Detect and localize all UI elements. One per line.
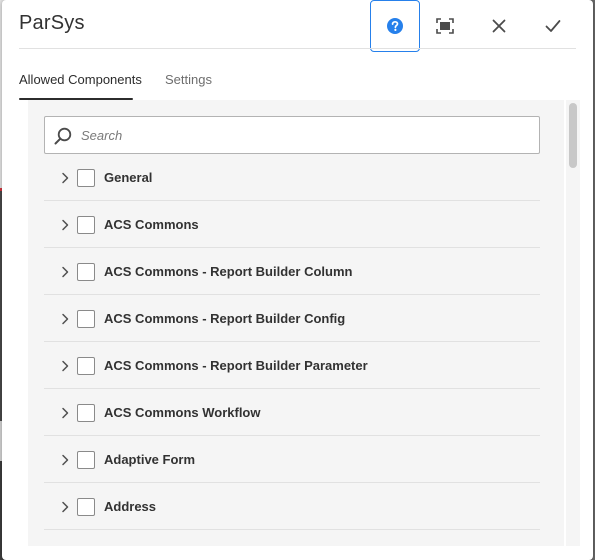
dialog-header: ParSys (2, 0, 593, 52)
component-checkbox[interactable] (77, 357, 95, 375)
component-label: ACS Commons - Report Builder Parameter (104, 358, 368, 373)
search-icon (54, 127, 72, 145)
chevron-right-icon (62, 313, 69, 324)
component-checkbox[interactable] (77, 451, 95, 469)
allowed-components-panel: General ACS Commons ACS Commons - Report… (28, 100, 564, 546)
tab-allowed-components[interactable]: Allowed Components (19, 72, 142, 87)
expand-button[interactable] (58, 389, 72, 436)
list-item: ACS Commons - Report Builder Parameter (44, 342, 540, 389)
component-checkbox[interactable] (77, 169, 95, 187)
checkmark-icon (545, 20, 561, 32)
expand-button[interactable] (58, 483, 72, 530)
expand-button[interactable] (58, 248, 72, 295)
chevron-right-icon (62, 266, 69, 277)
chevron-right-icon (62, 219, 69, 230)
component-label: Address (104, 499, 157, 514)
help-icon (387, 18, 403, 34)
component-checkbox[interactable] (77, 263, 95, 281)
expand-button[interactable] (58, 201, 72, 248)
component-label: ACS Commons (104, 217, 199, 232)
search-field (44, 116, 540, 154)
expand-button[interactable] (58, 436, 72, 483)
done-button[interactable] (528, 0, 578, 52)
component-label: General (104, 170, 153, 185)
search-input[interactable] (81, 117, 531, 153)
list-item: Adaptive Form (44, 436, 540, 483)
chevron-right-icon (62, 454, 69, 465)
component-checkbox[interactable] (77, 310, 95, 328)
header-divider (19, 48, 576, 49)
scrollbar-thumb[interactable] (569, 103, 577, 168)
component-label: ACS Commons Workflow (104, 405, 261, 420)
chevron-right-icon (62, 172, 69, 183)
component-checkbox[interactable] (77, 216, 95, 234)
close-button[interactable] (474, 0, 524, 52)
chevron-right-icon (62, 407, 69, 418)
list-item: Address (44, 483, 540, 530)
component-label: ACS Commons - Report Builder Config (104, 311, 346, 326)
dialog-title: ParSys (19, 12, 85, 34)
component-label: Adaptive Form (104, 452, 196, 467)
component-label: ACS Commons - Report Builder Column (104, 264, 353, 279)
chevron-right-icon (62, 501, 69, 512)
help-button[interactable] (370, 0, 420, 52)
expand-button[interactable] (58, 295, 72, 342)
component-checkbox[interactable] (77, 404, 95, 422)
tab-settings[interactable]: Settings (165, 72, 212, 87)
close-icon (492, 19, 506, 33)
component-list: General ACS Commons ACS Commons - Report… (44, 116, 540, 530)
fullscreen-icon (436, 18, 454, 34)
expand-button[interactable] (58, 342, 72, 389)
list-item: ACS Commons (44, 201, 540, 248)
component-checkbox[interactable] (77, 498, 95, 516)
parsys-dialog: ParSys Allowed Components Settings Searc… (2, 0, 593, 560)
expand-button[interactable] (58, 154, 72, 201)
fullscreen-button[interactable] (420, 0, 470, 52)
chevron-right-icon (62, 360, 69, 371)
list-item: ACS Commons - Report Builder Config (44, 295, 540, 342)
list-item: ACS Commons Workflow (44, 389, 540, 436)
list-item: General (44, 154, 540, 201)
list-item: ACS Commons - Report Builder Column (44, 248, 540, 295)
